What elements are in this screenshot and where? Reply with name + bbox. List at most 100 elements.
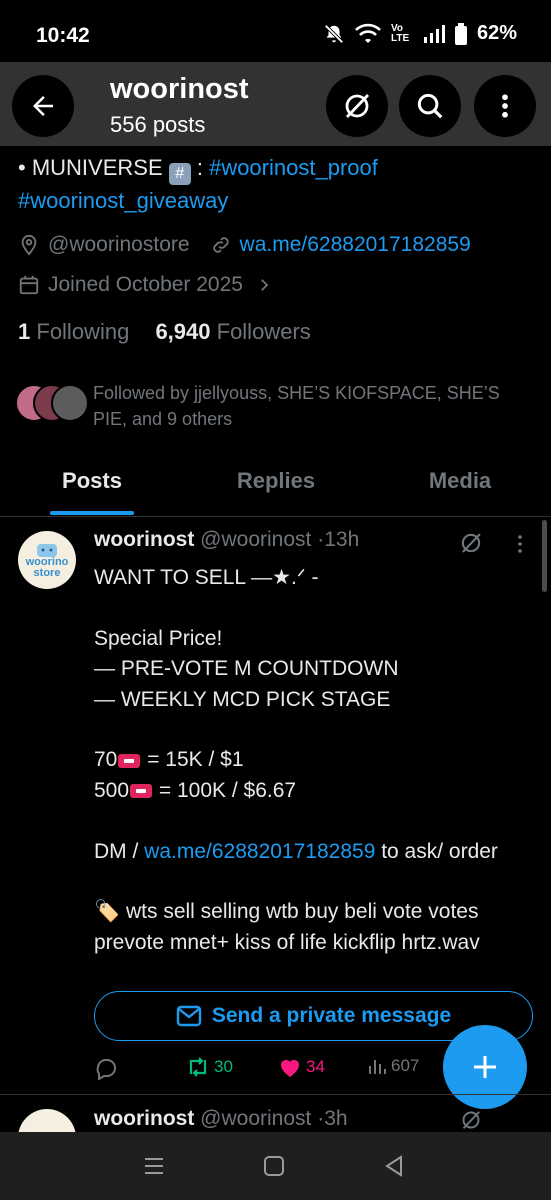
post-line-item2: — WEEKLY MCD PICK STAGE — [94, 687, 391, 711]
reply-action[interactable] — [94, 1056, 118, 1080]
battery-icon — [454, 22, 467, 45]
price2-rest: = 100K / $6.67 — [153, 778, 297, 802]
post-line-tags: 🏷️ wts sell selling wtb buy beli vote vo… — [94, 897, 539, 958]
post-body: WANT TO SELL —★.ᐟ - Special Price! — PRE… — [94, 563, 539, 958]
recent-apps-icon[interactable] — [143, 1156, 165, 1176]
mute-bell-icon — [324, 23, 344, 44]
followers-label: Followers — [216, 319, 311, 344]
dm-suffix: to ask/ order — [375, 839, 498, 863]
tag-emoji-icon: 🏷️ — [94, 900, 121, 924]
followers-stat[interactable]: 6,940 Followers — [155, 319, 310, 344]
system-nav-bar — [0, 1132, 551, 1200]
hash-keycap-icon: # — [168, 163, 191, 185]
repost-icon — [189, 1057, 207, 1077]
status-icons: Vo LTE 62% — [323, 22, 517, 45]
post-author-name[interactable]: woorinost — [94, 1107, 194, 1130]
post-header: woorinost @woorinost ·13h — [94, 528, 359, 552]
following-stat[interactable]: 1 Following — [18, 319, 129, 344]
dm-prefix: DM / — [94, 839, 145, 863]
status-time: 10:42 — [36, 24, 90, 47]
post-wa-link[interactable]: wa.me/62882017182859 — [144, 840, 375, 863]
post-line-special: Special Price! — [94, 626, 223, 650]
profile-website-link[interactable]: wa.me/62882017182859 — [240, 233, 471, 257]
chevron-right-icon[interactable] — [255, 276, 273, 294]
repost-count: 30 — [214, 1057, 233, 1076]
avatar — [51, 384, 89, 422]
tab-media[interactable]: Media — [410, 468, 510, 494]
back-button[interactable] — [12, 75, 74, 137]
more-vertical-icon — [502, 94, 508, 118]
price1-rest: = 15K / $1 — [141, 748, 244, 772]
post-more-icon[interactable] — [508, 532, 532, 556]
signal-icon — [423, 24, 445, 43]
plus-icon — [474, 1056, 496, 1078]
views-bar-icon — [369, 1060, 386, 1074]
following-count: 1 — [18, 319, 31, 344]
views-count: 607 — [391, 1056, 420, 1075]
volte-label: Vo LTE — [390, 22, 410, 44]
post-divider — [0, 1094, 551, 1095]
post-author-name[interactable]: woorinost — [94, 528, 194, 551]
avatar-text-line-2: store — [33, 567, 61, 579]
post-line-price2: 500 = 100K / $6.67 — [94, 776, 539, 806]
envelope-icon — [176, 1005, 202, 1027]
followed-by-avatars[interactable] — [15, 384, 93, 424]
joined-date: Joined October 2025 — [48, 273, 243, 296]
like-count: 34 — [306, 1057, 325, 1076]
tabs-divider — [0, 516, 551, 517]
more-options-button[interactable] — [474, 75, 536, 137]
hashtag-giveaway-link[interactable]: #woorinost_giveaway — [18, 188, 228, 213]
like-action[interactable]: 34 — [278, 1056, 325, 1078]
price2-qty: 500 — [94, 778, 130, 802]
post-author-handle[interactable]: @woorinost — [200, 528, 311, 551]
link-icon — [212, 237, 229, 253]
location-pin-icon — [21, 234, 37, 256]
compose-post-button[interactable] — [443, 1025, 527, 1109]
search-button[interactable] — [399, 75, 461, 137]
header-title: woorinost — [110, 73, 249, 105]
profile-header-bar — [0, 62, 551, 146]
calendar-icon — [19, 275, 39, 295]
post-line-title: WANT TO SELL —★.ᐟ - — [94, 566, 319, 589]
home-icon[interactable] — [263, 1155, 285, 1177]
price1-qty: 70 — [94, 748, 118, 772]
post-time: 13h — [324, 528, 360, 551]
following-label: Following — [36, 319, 130, 344]
followed-by-text[interactable]: Followed by jjellyouss, SHE’S KIOFSPACE,… — [93, 380, 533, 432]
status-bar: 10:42 Vo LTE 62% — [0, 0, 551, 62]
post-avatar[interactable]: woorino store — [18, 531, 76, 589]
tab-replies[interactable]: Replies — [216, 468, 336, 494]
active-tab-indicator — [50, 511, 134, 515]
profile-location: @woorinostore — [48, 233, 190, 256]
ticket-icon — [118, 753, 141, 768]
bio-separator: : — [190, 155, 210, 180]
repost-action[interactable]: 30 — [186, 1056, 233, 1078]
hashtag-proof-link[interactable]: #woorinost_proof — [209, 155, 378, 180]
search-icon — [417, 93, 443, 119]
back-nav-icon[interactable] — [384, 1155, 404, 1177]
post-line-item1: — PRE-VOTE M COUNTDOWN — [94, 657, 399, 681]
grok-post-icon[interactable] — [458, 530, 484, 556]
follow-stats: 1 Following 6,940 Followers — [18, 319, 311, 345]
profile-meta-row: @woorinostore wa.me/62882017182859 — [18, 233, 471, 257]
post-line-dm: DM / wa.me/62882017182859 to ask/ order — [94, 837, 539, 867]
reply-icon — [96, 1058, 116, 1080]
grok-post-icon[interactable] — [458, 1108, 484, 1132]
tab-posts[interactable]: Posts — [42, 468, 142, 494]
ticket-icon — [130, 784, 153, 799]
arrow-left-icon — [33, 96, 53, 116]
wifi-icon — [355, 23, 381, 43]
scrollbar[interactable] — [542, 520, 547, 592]
header-post-count: 556 posts — [110, 112, 206, 137]
battery-percent: 62% — [476, 22, 517, 44]
post-line-price1: 70 = 15K / $1 — [94, 745, 539, 775]
post-header-second: woorinost @woorinost ·3h — [94, 1107, 348, 1131]
followers-count: 6,940 — [155, 319, 211, 344]
post-time: 3h — [324, 1107, 348, 1130]
post-author-handle[interactable]: @woorinost — [200, 1107, 311, 1130]
post-avatar-second[interactable] — [18, 1109, 76, 1132]
joined-row: Joined October 2025 — [18, 273, 273, 297]
grok-button[interactable] — [326, 75, 388, 137]
views-action[interactable]: 607 — [367, 1056, 419, 1076]
profile-bio: • MUNIVERSE # : #woorinost_proof #woorin… — [18, 152, 538, 216]
